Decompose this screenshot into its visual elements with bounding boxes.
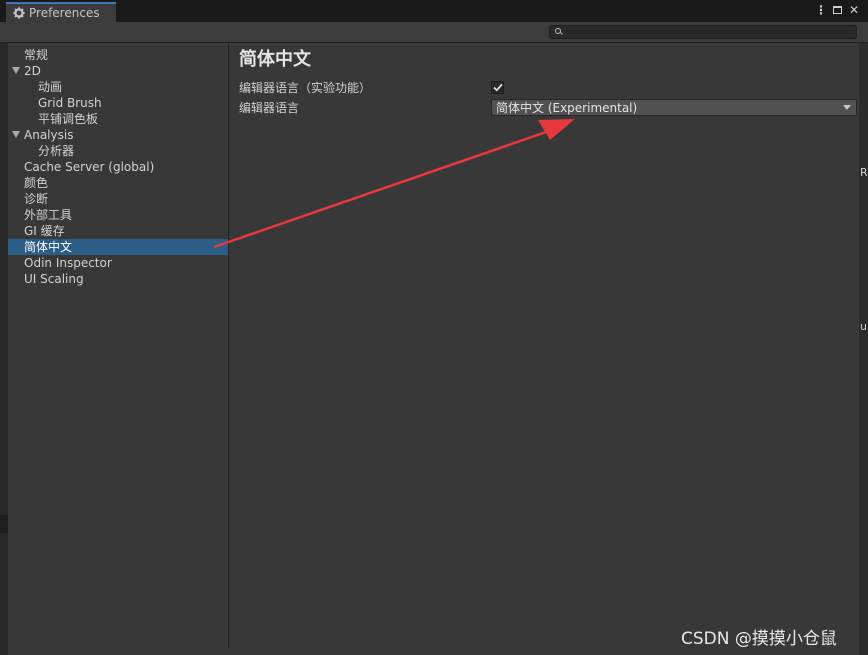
sidebar-item-label: 简体中文: [24, 240, 73, 254]
page-title: 简体中文: [239, 49, 311, 70]
sidebar-item-label: 动画: [38, 80, 63, 94]
search-toolbar: [0, 22, 868, 43]
sidebar-item-label: GI 缓存: [24, 224, 65, 238]
sidebar-item[interactable]: UI Scaling: [8, 271, 228, 287]
maximize-icon[interactable]: [833, 6, 842, 14]
editor-language-value: 简体中文 (Experimental): [496, 101, 638, 115]
editor-language-label: 编辑器语言: [239, 101, 300, 115]
window-titlebar: Preferences ⋮ ✕: [0, 0, 868, 22]
sidebar-item[interactable]: 诊断: [8, 191, 228, 207]
sidebar-item[interactable]: Cache Server (global): [8, 159, 228, 175]
background-edge-glyph: R: [860, 166, 868, 179]
chevron-down-icon: [843, 105, 851, 110]
sidebar-item-label: UI Scaling: [24, 272, 84, 286]
sidebar-item-label: 诊断: [24, 192, 49, 206]
search-icon: [555, 28, 563, 36]
sidebar-item[interactable]: Grid Brush: [8, 95, 228, 111]
sidebar-item[interactable]: 平铺调色板: [8, 111, 228, 127]
sidebar-item-label: 常规: [24, 48, 49, 62]
editor-language-dropdown[interactable]: 简体中文 (Experimental): [491, 99, 857, 116]
sidebar-item-label: Analysis: [24, 128, 74, 142]
sidebar-item[interactable]: Analysis: [8, 127, 228, 143]
editor-language-experimental-label: 编辑器语言（实验功能）: [239, 81, 372, 95]
sidebar-item[interactable]: 外部工具: [8, 207, 228, 223]
sidebar-item[interactable]: 颜色: [8, 175, 228, 191]
foldout-arrow-icon[interactable]: [12, 131, 20, 138]
sidebar-item-label: 平铺调色板: [38, 112, 99, 126]
sidebar-item[interactable]: 分析器: [8, 143, 228, 159]
sidebar-item-label: 分析器: [38, 144, 75, 158]
foldout-arrow-icon[interactable]: [12, 67, 20, 74]
tab-preferences[interactable]: Preferences: [6, 2, 116, 22]
sidebar-item[interactable]: GI 缓存: [8, 223, 228, 239]
tab-title: Preferences: [29, 6, 100, 20]
sidebar-item-label: Grid Brush: [38, 96, 102, 110]
preferences-sidebar: 常规 2D 动画 Grid Brush 平铺调色板 Analysis 分析器 Cache Se…: [8, 43, 229, 648]
sidebar-item-label: 外部工具: [24, 208, 73, 222]
sidebar-item-label: Cache Server (global): [24, 160, 155, 174]
sidebar-item-label: 颜色: [24, 176, 49, 190]
sidebar-item[interactable]: 动画: [8, 79, 228, 95]
sidebar-item[interactable]: 简体中文: [8, 239, 228, 255]
sidebar-item-label: 2D: [24, 64, 41, 78]
search-input[interactable]: [549, 25, 857, 39]
editor-language-experimental-checkbox[interactable]: [491, 81, 504, 94]
background-edge-glyph: u: [860, 320, 867, 333]
sidebar-item[interactable]: 2D: [8, 63, 228, 79]
background-panel-strip: [0, 43, 8, 655]
close-icon[interactable]: ✕: [848, 3, 860, 17]
watermark: CSDN @摸摸小仓鼠: [681, 629, 837, 649]
settings-panel: 简体中文 编辑器语言（实验功能） 编辑器语言 简体中文 (Experimenta…: [229, 43, 859, 648]
more-options-icon[interactable]: ⋮: [815, 3, 827, 17]
sidebar-item[interactable]: Odin Inspector: [8, 255, 228, 271]
background-window-edge: [859, 43, 868, 655]
gear-icon: [13, 7, 25, 19]
checkmark-icon: [492, 83, 503, 92]
background-panel-mark: [0, 515, 8, 533]
sidebar-item[interactable]: 常规: [8, 47, 228, 63]
sidebar-item-label: Odin Inspector: [24, 256, 112, 270]
window-controls: ⋮ ✕: [815, 3, 860, 17]
